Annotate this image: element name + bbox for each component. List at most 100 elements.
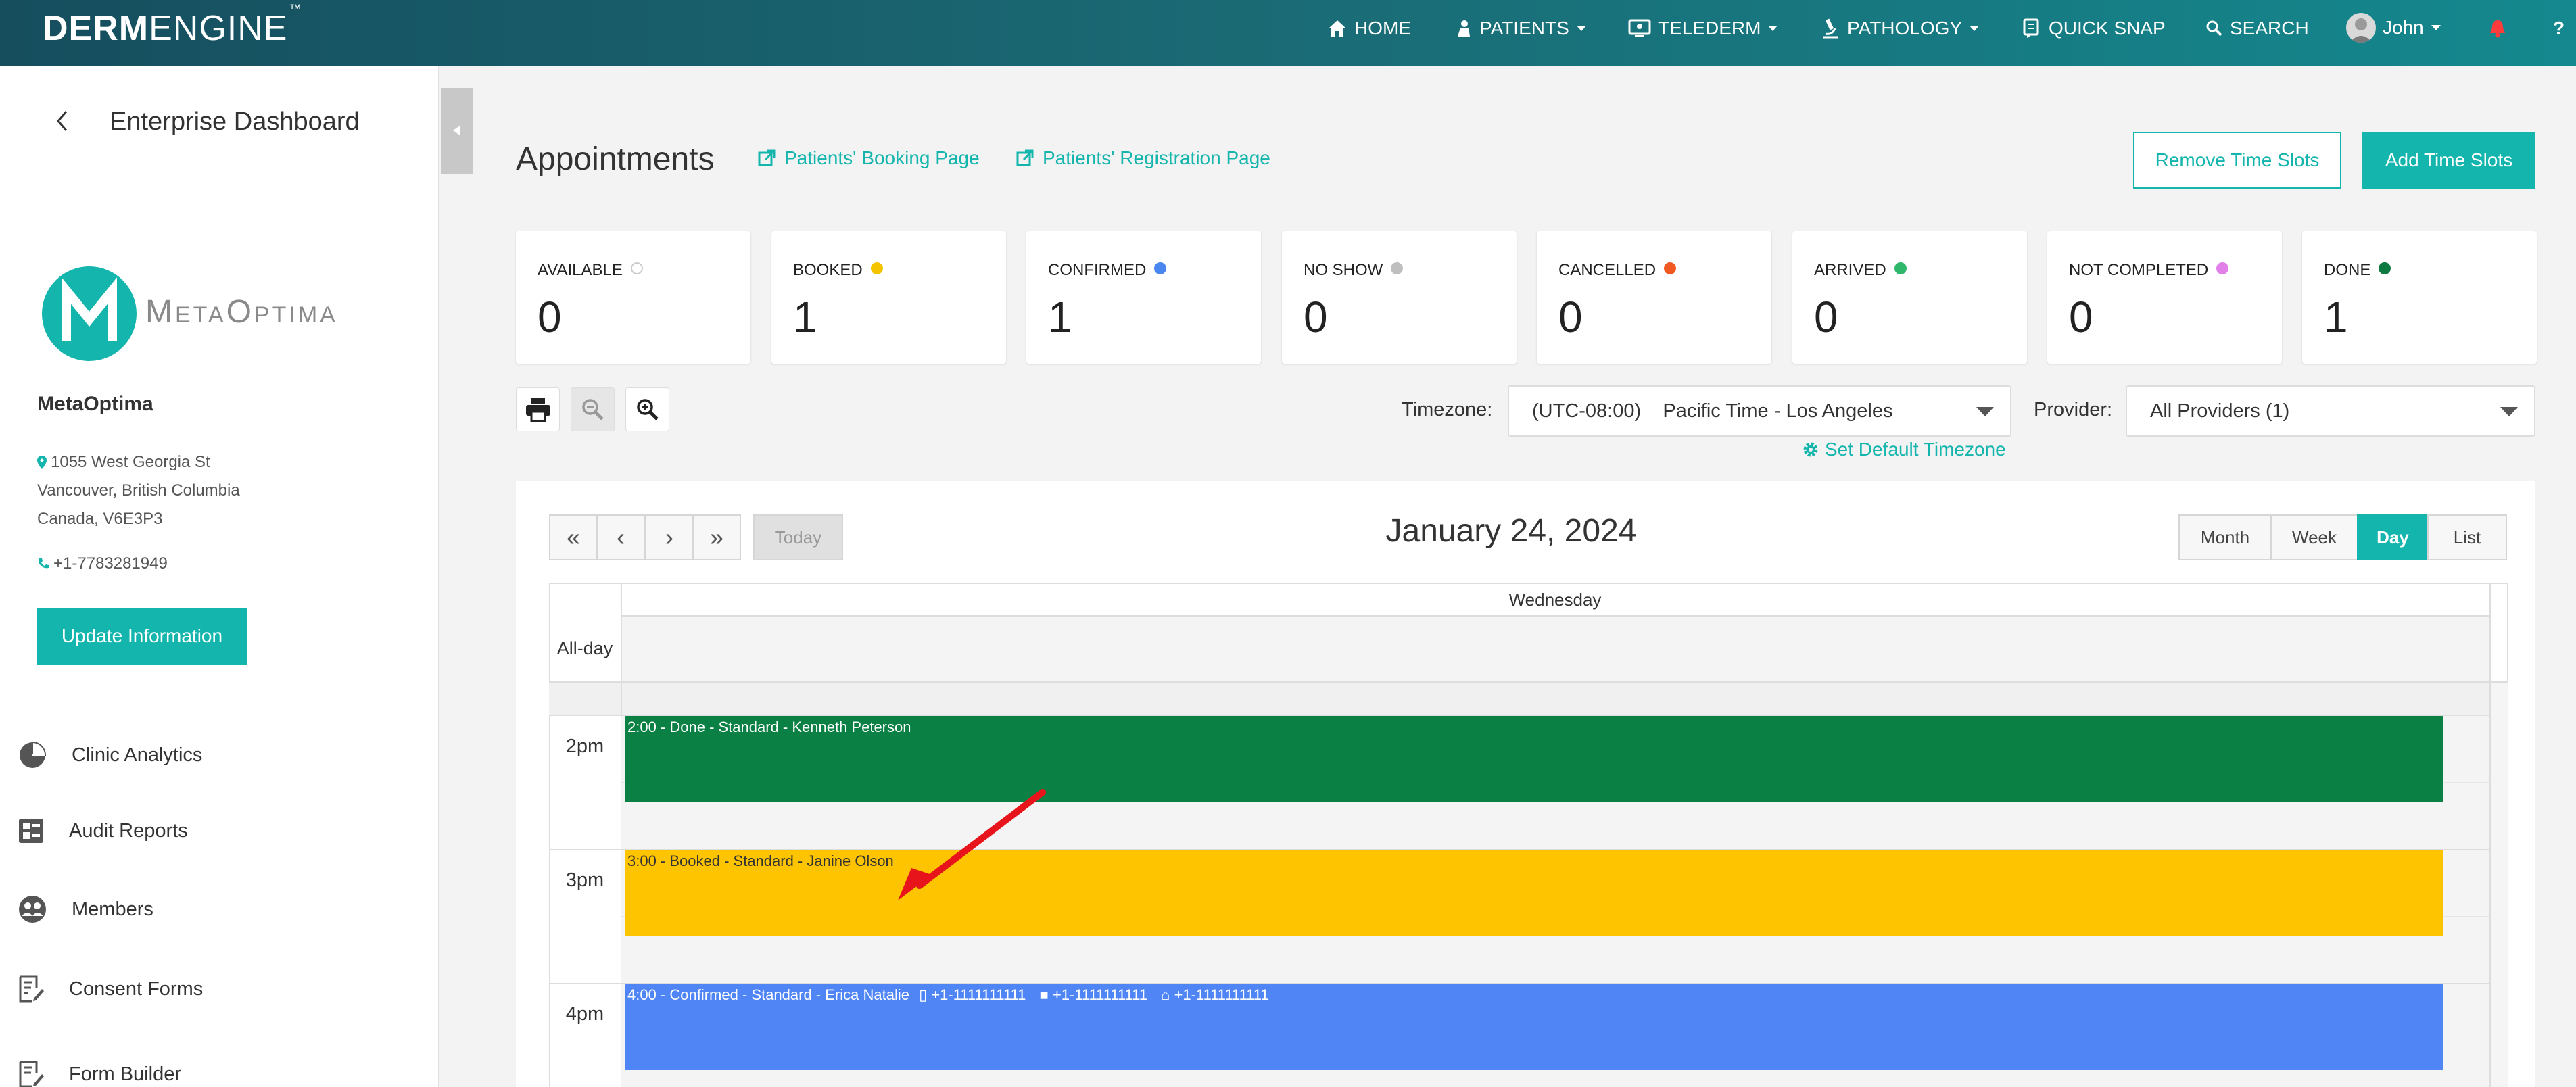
registration-page-link-label: Patients' Registration Page (1043, 147, 1270, 168)
double-chevron-left-icon: « (566, 523, 581, 551)
clinic-phone-text: +1-7783281949 (53, 554, 168, 573)
nav-telederm[interactable]: TELEDERM (1628, 15, 1778, 42)
nav-user-menu[interactable]: John (2346, 12, 2441, 43)
sidebar-collapse-toggle[interactable] (441, 88, 473, 174)
next-year-button[interactable]: » (692, 514, 741, 560)
clinic-address: 1055 West Georgia St Vancouver, British … (37, 448, 240, 533)
update-information-button[interactable]: Update Information (37, 608, 247, 665)
metaoptima-logo-icon (42, 266, 137, 361)
status-dot (630, 262, 643, 274)
calendar-scrollbar[interactable] (2491, 683, 2508, 1087)
address-line-2: Vancouver, British Columbia (37, 481, 240, 500)
sidebar-item-label: Members (72, 898, 153, 920)
stat-value: 0 (1558, 293, 1583, 341)
nav-patients[interactable]: PATIENTS (1455, 15, 1587, 42)
timezone-select[interactable]: (UTC-08:00) Pacific Time - Los Angeles (1508, 385, 2011, 437)
prev-day-button[interactable]: ‹ (596, 514, 645, 560)
booking-page-link[interactable]: Patients' Booking Page (757, 147, 980, 169)
nav-quick-snap[interactable]: QUICK SNAP (2022, 15, 2166, 42)
stat-value: 0 (1814, 293, 1838, 341)
view-day-button[interactable]: Day (2357, 514, 2429, 560)
logo-text-bold: DERM (43, 9, 149, 48)
help-button[interactable]: ? (2553, 15, 2565, 42)
nav-home[interactable]: HOME (1327, 15, 1411, 42)
status-dot (1154, 262, 1167, 274)
stat-not-completed: NOT COMPLETED 0 (2047, 231, 2282, 364)
booking-page-link-label: Patients' Booking Page (784, 147, 980, 168)
nav-pathology-label: PATHOLOGY (1847, 18, 1963, 39)
chevron-left-icon (57, 111, 68, 131)
dermengine-logo[interactable]: DERMENGINE™ (43, 2, 302, 49)
stat-arrived: ARRIVED 0 (1792, 231, 2027, 364)
stat-label: CONFIRMED (1048, 261, 1147, 279)
stat-value: 1 (1048, 293, 1072, 341)
sidebar-item-consent-forms[interactable]: Consent Forms (18, 974, 203, 1004)
time-label-3pm: 3pm (565, 869, 604, 891)
timezone-select-value: (UTC-08:00) Pacific Time - Los Angeles (1532, 400, 1893, 422)
provider-select[interactable]: All Providers (1) (2126, 385, 2535, 437)
stat-value: 0 (538, 293, 562, 341)
zoom-in-icon (636, 398, 659, 420)
print-icon (525, 397, 550, 422)
view-week-button[interactable]: Week (2270, 514, 2358, 560)
timezone-label: Timezone: (1402, 399, 1493, 420)
top-navbar: DERMENGINE™ HOME PATIENTS TELEDERM PATHO… (0, 0, 2576, 66)
sidebar-item-form-builder[interactable]: Form Builder (18, 1059, 181, 1087)
zoom-in-button[interactable] (625, 387, 669, 431)
clinic-name: MetaOptima (37, 393, 153, 415)
set-default-timezone-label: Set Default Timezone (1825, 439, 2006, 460)
stat-value: 0 (2069, 293, 2093, 341)
all-day-slot[interactable] (621, 617, 2489, 681)
sidebar: Enterprise Dashboard MetaOptima MetaOpti… (0, 66, 439, 1087)
sidebar-item-label: Consent Forms (69, 977, 204, 1000)
pie-chart-icon (20, 741, 47, 768)
nav-pathology[interactable]: PATHOLOGY (1820, 15, 1980, 42)
back-button[interactable] (54, 107, 74, 135)
mobile-phone-number: +1-1111111111 (931, 986, 1026, 1003)
stat-label: CANCELLED (1558, 261, 1656, 279)
status-dot (1391, 262, 1404, 274)
stat-label: NOT COMPLETED (2069, 261, 2209, 279)
next-day-button[interactable]: › (645, 514, 694, 560)
status-dot (2379, 262, 2391, 274)
all-day-label: All-day (556, 638, 613, 658)
set-default-timezone-link[interactable]: Set Default Timezone (1802, 439, 2006, 460)
work-phone-number: +1-1111111111 (1052, 986, 1148, 1003)
work-phone: ■ +1-1111111111 (1040, 986, 1148, 1003)
provider-label: Provider: (2034, 399, 2113, 420)
view-month-button[interactable]: Month (2178, 514, 2272, 560)
event-erica-natalie[interactable]: 4:00 - Confirmed - Standard - Erica Nata… (625, 984, 2443, 1070)
view-list-button[interactable]: List (2427, 514, 2507, 560)
stat-value: 1 (793, 293, 817, 341)
print-button[interactable] (516, 387, 560, 431)
chevron-down-icon (1970, 26, 1980, 31)
stat-label: NO SHOW (1304, 261, 1383, 279)
remove-time-slots-button[interactable]: Remove Time Slots (2133, 132, 2341, 189)
microscope-icon (1823, 18, 1838, 39)
event-title: 3:00 - Booked - Standard - Janine Olson (627, 852, 894, 869)
status-dot (2216, 262, 2229, 274)
nav-search[interactable]: SEARCH (2205, 15, 2309, 42)
event-title: 4:00 - Confirmed - Standard - Erica Nata… (627, 986, 909, 1003)
help-icon: ? (2553, 18, 2565, 39)
home-icon: ⌂ (1161, 986, 1170, 1003)
registration-page-link[interactable]: Patients' Registration Page (1016, 147, 1270, 169)
home-icon (1329, 20, 1346, 37)
notifications-button[interactable] (2488, 15, 2507, 42)
red-arrow-annotation (898, 789, 1046, 900)
provider-select-value: All Providers (1) (2150, 400, 2290, 422)
zoom-out-button[interactable] (571, 387, 615, 431)
sidebar-item-members[interactable]: Members (18, 894, 153, 924)
add-time-slots-button[interactable]: Add Time Slots (2362, 132, 2535, 189)
logo-text-light: ENGINE (149, 9, 288, 48)
sidebar-item-audit-reports[interactable]: Audit Reports (18, 817, 188, 844)
home-phone-number: +1-1111111111 (1174, 986, 1269, 1003)
today-button[interactable]: Today (753, 514, 843, 560)
status-dot (1664, 262, 1677, 274)
time-grid-scroll-top (549, 683, 2508, 715)
mobile-icon: ▯ (919, 986, 928, 1003)
clinic-phone: +1-7783281949 (37, 554, 168, 573)
sidebar-item-clinic-analytics[interactable]: Clinic Analytics (18, 740, 202, 770)
chevron-down-icon (2431, 25, 2441, 30)
prev-year-button[interactable]: « (549, 514, 598, 560)
